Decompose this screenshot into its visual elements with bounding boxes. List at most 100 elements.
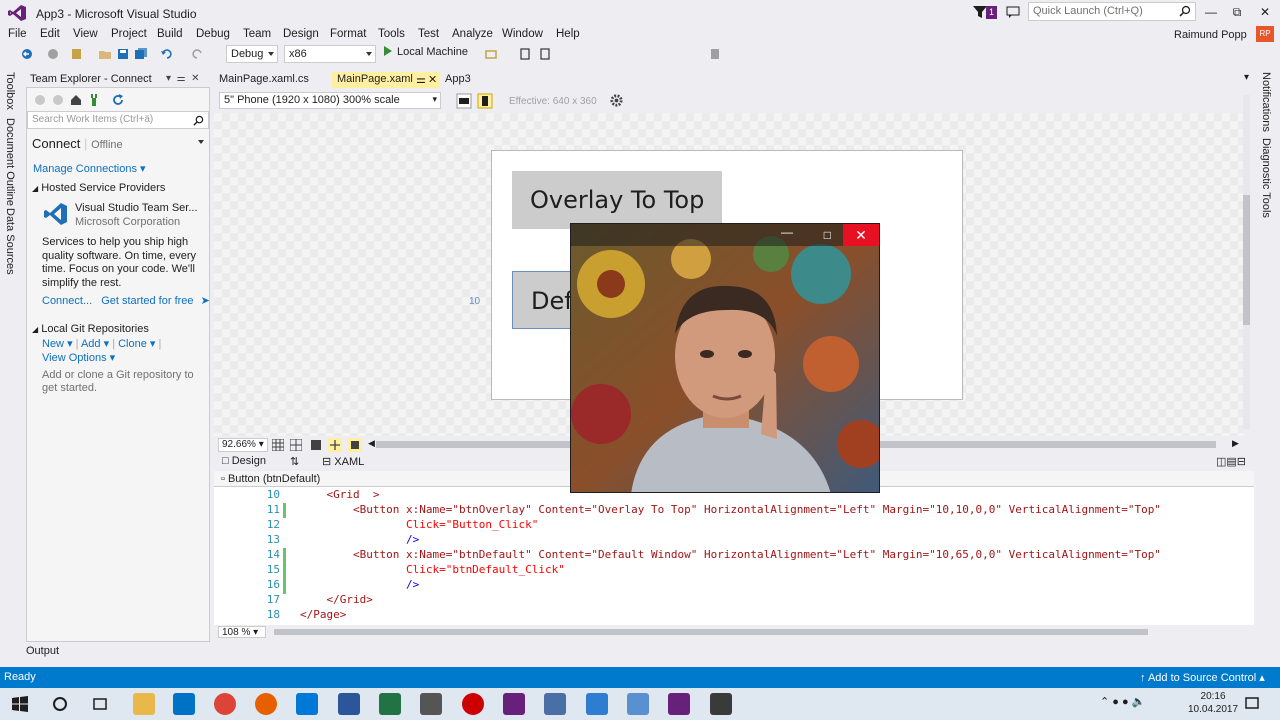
code-line[interactable]: 18 </Page> <box>214 608 1244 623</box>
tab-output[interactable]: Output <box>26 645 59 657</box>
window-icon[interactable] <box>627 693 649 715</box>
close-button[interactable]: ✕ <box>1250 2 1280 22</box>
tab-overflow-icon[interactable]: ▾ <box>1244 72 1249 83</box>
overlay-minimize-button[interactable]: — <box>781 225 793 239</box>
arrow-right-circle-icon[interactable]: ➤ <box>201 295 210 307</box>
get-started-link[interactable]: Get started for free <box>101 295 193 307</box>
chrome-icon[interactable] <box>214 693 236 715</box>
restore-button[interactable]: ⧉ <box>1222 2 1252 22</box>
chevron-down-icon[interactable] <box>198 140 204 144</box>
swap-panes-icon[interactable]: ⇅ <box>290 455 299 468</box>
tab-notifications[interactable]: Notifications <box>1260 72 1272 132</box>
forward-icon[interactable] <box>46 47 60 61</box>
firefox-icon[interactable] <box>255 693 277 715</box>
git-repositories-section[interactable]: ◢ Local Git Repositories <box>32 323 149 335</box>
back-icon[interactable] <box>20 47 34 61</box>
overlay-close-button[interactable]: ✕ <box>843 224 879 246</box>
git-add-link[interactable]: Add ▾ <box>81 338 109 350</box>
save-icon[interactable] <box>116 47 130 61</box>
snap-grid-icon[interactable] <box>290 439 302 451</box>
device-icon[interactable] <box>518 47 532 61</box>
menu-project[interactable]: Project <box>111 28 147 40</box>
app-icon[interactable] <box>420 693 442 715</box>
zoom-select[interactable]: 92.66% ▾ <box>218 438 268 452</box>
connect-plug-icon[interactable] <box>87 93 101 107</box>
tab-design[interactable]: □ Design <box>222 455 266 467</box>
visual-studio-taskbar-icon[interactable] <box>668 693 690 715</box>
device-select[interactable]: 5" Phone (1920 x 1080) 300% scale ▾ <box>219 92 441 109</box>
undo-icon[interactable] <box>160 47 174 61</box>
live-visual-tree-icon[interactable] <box>484 47 498 61</box>
tab-data-sources[interactable]: Data Sources <box>4 208 16 275</box>
record-icon[interactable] <box>462 693 484 715</box>
start-debugging-button[interactable]: Local Machine <box>384 46 468 58</box>
device-icon[interactable] <box>538 47 552 61</box>
user-name[interactable]: Raimund Popp <box>1174 29 1247 41</box>
editor-horizontal-scrollbar[interactable] <box>274 629 1148 635</box>
back-icon[interactable] <box>33 93 47 107</box>
refresh-icon[interactable] <box>111 93 125 107</box>
project-code-icon[interactable] <box>348 438 362 452</box>
menu-edit[interactable]: Edit <box>40 28 60 40</box>
notification-count-badge[interactable]: 1 <box>986 6 997 19</box>
code-line[interactable]: 15 Click="btnDefault_Click" <box>214 563 1244 578</box>
app-icon[interactable] <box>710 693 732 715</box>
menu-format[interactable]: Format <box>330 28 366 40</box>
view-options-link[interactable]: View Options ▾ <box>42 351 115 364</box>
manage-connections-link[interactable]: Manage Connections ▾ <box>33 162 146 175</box>
platform-select[interactable]: x86 <box>284 45 376 63</box>
forward-icon[interactable] <box>51 93 65 107</box>
action-center-icon[interactable] <box>1244 696 1260 712</box>
selected-element-select[interactable]: ▫ Button (btnDefault) <box>221 473 320 485</box>
close-icon[interactable]: ✕ <box>428 73 437 86</box>
service-name[interactable]: Visual Studio Team Ser... <box>75 202 198 214</box>
edge-icon[interactable] <box>296 693 318 715</box>
tray-icons[interactable]: ⌃ ● ● 🔈 <box>1100 695 1145 708</box>
overlay-title-bar[interactable] <box>571 224 879 246</box>
landscape-orientation-icon[interactable] <box>456 93 472 109</box>
menu-debug[interactable]: Debug <box>196 28 230 40</box>
tab-toolbox[interactable]: Toolbox <box>4 72 16 110</box>
redo-icon[interactable] <box>190 47 204 61</box>
tab-xaml[interactable]: ⊟ XAML <box>322 455 364 468</box>
git-clone-link[interactable]: Clone ▾ <box>118 338 155 350</box>
menu-window[interactable]: Window <box>502 28 543 40</box>
tab-document-outline[interactable]: Document Outline <box>4 118 16 206</box>
avatar[interactable]: RP <box>1256 26 1274 42</box>
word-icon[interactable] <box>338 693 360 715</box>
overlay-maximize-button[interactable]: □ <box>824 228 831 242</box>
feedback-icon[interactable] <box>1006 5 1020 19</box>
menu-build[interactable]: Build <box>157 28 183 40</box>
code-line[interactable]: 14 <Button x:Name="btnDefault" Content="… <box>214 548 1244 563</box>
open-icon[interactable] <box>98 47 112 61</box>
code-line[interactable]: 13 /> <box>214 533 1244 548</box>
add-to-source-control-button[interactable]: ↑ Add to Source Control ▴ <box>1140 671 1265 684</box>
btn-overlay-preview[interactable]: Overlay To Top <box>512 171 723 229</box>
code-line[interactable]: 12 Click="Button_Click" <box>214 518 1244 533</box>
overlay-window[interactable]: — □ ✕ <box>570 223 880 493</box>
menu-view[interactable]: View <box>73 28 98 40</box>
bookmark-icon[interactable] <box>708 47 722 61</box>
snap-to-lines-icon[interactable] <box>328 438 342 452</box>
hosted-providers-section[interactable]: ◢ Hosted Service Providers <box>32 182 165 194</box>
menu-team[interactable]: Team <box>243 28 271 40</box>
split-layout-icons[interactable]: ◫▤⊟ <box>1216 455 1246 468</box>
menu-tools[interactable]: Tools <box>378 28 405 40</box>
gear-icon[interactable] <box>609 93 624 108</box>
pin-icon[interactable]: ⚌ <box>416 73 426 86</box>
scroll-right-icon[interactable]: ▶ <box>1232 438 1239 449</box>
quick-launch-input[interactable]: Quick Launch (Ctrl+Q) <box>1028 2 1196 21</box>
tab-app3[interactable]: App3 <box>440 72 476 88</box>
work-items-search-input[interactable]: Search Work Items (Ctrl+ä) <box>27 111 209 129</box>
task-view-icon[interactable] <box>92 696 108 712</box>
portrait-orientation-icon[interactable] <box>477 93 493 109</box>
excel-icon[interactable] <box>379 693 401 715</box>
artboard-icon[interactable] <box>310 439 322 451</box>
remote-desktop-icon[interactable] <box>544 693 566 715</box>
home-icon[interactable] <box>69 93 83 107</box>
menu-analyze[interactable]: Analyze <box>452 28 493 40</box>
scrollbar-thumb[interactable] <box>1243 195 1250 325</box>
visual-studio-taskbar-icon[interactable] <box>503 693 525 715</box>
code-line[interactable]: 11 <Button x:Name="btnOverlay" Content="… <box>214 503 1244 518</box>
tab-mainpage-xaml-cs[interactable]: MainPage.xaml.cs <box>214 72 314 88</box>
